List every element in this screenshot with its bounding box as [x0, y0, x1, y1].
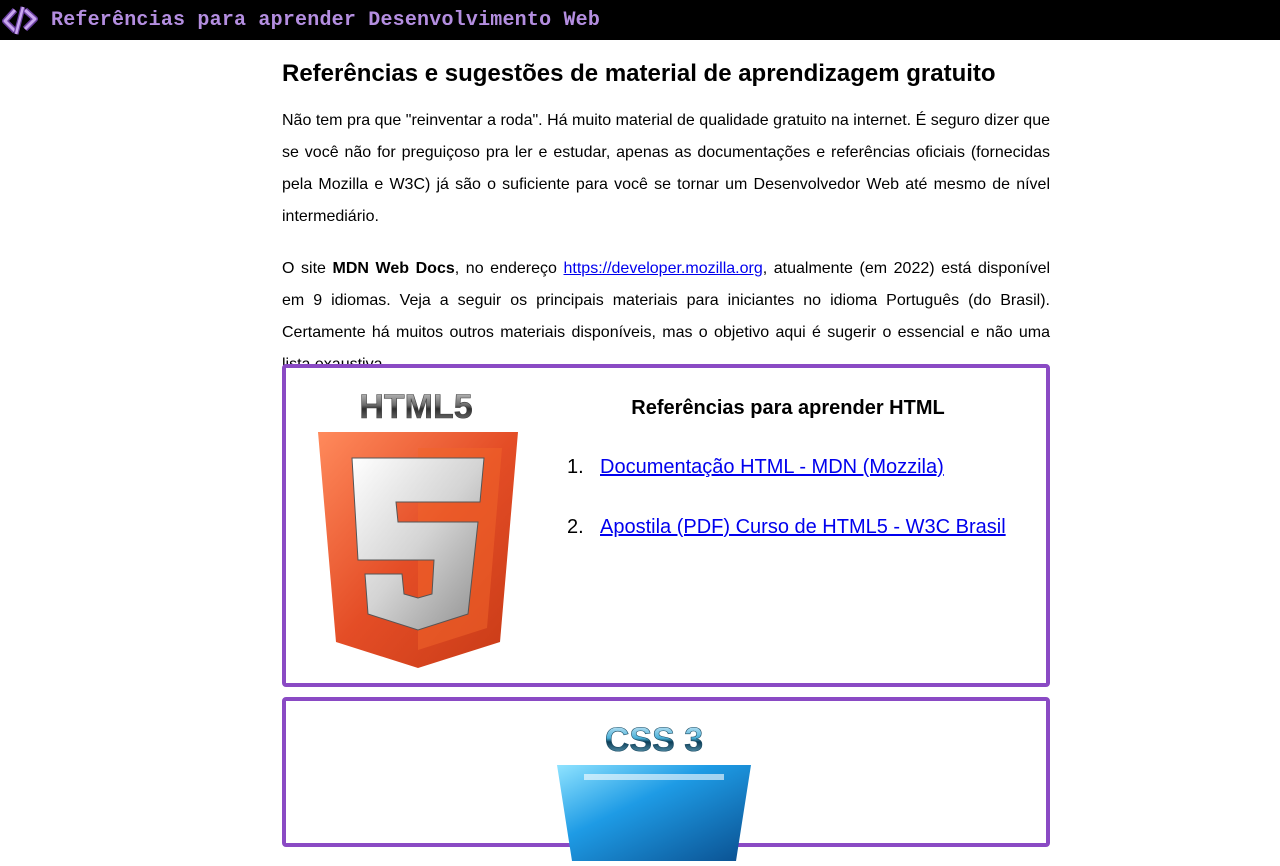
list-number: 2. — [567, 516, 584, 538]
mdn-text-start: O site — [282, 260, 333, 277]
html-card-body: Referências para aprender HTML 1. Docume… — [556, 394, 1016, 573]
html5-logo-text: HTML5 — [359, 392, 472, 426]
css3-logo: CSS 3 — [554, 721, 754, 861]
mdn-paragraph: O site MDN Web Docs, no endereço https:/… — [282, 253, 1050, 381]
html-links-list: 1. Documentação HTML - MDN (Mozzila) 2. … — [556, 453, 1016, 541]
site-title: Referências para aprender Desenvolviment… — [51, 8, 601, 32]
html-card: HTML5 5 Referências para aprender HTML 1… — [282, 364, 1050, 687]
page-heading: Referências e sugestões de material de a… — [282, 60, 996, 87]
html-doc-link[interactable]: Documentação HTML - MDN (Mozzila) — [600, 453, 944, 481]
mdn-text-mid: , no endereço — [454, 260, 564, 277]
site-header: Referências para aprender Desenvolviment… — [0, 0, 1280, 40]
css-card: CSS 3 — [282, 697, 1050, 861]
list-item: 2. Apostila (PDF) Curso de HTML5 - W3C B… — [556, 513, 1016, 541]
html5-logo: HTML5 5 — [316, 388, 520, 670]
code-brackets-icon[interactable] — [0, 0, 40, 40]
html5-pdf-link[interactable]: Apostila (PDF) Curso de HTML5 - W3C Bras… — [600, 513, 1006, 541]
css3-logo-text: CSS 3 — [605, 721, 703, 759]
html-card-title: Referências para aprender HTML — [631, 397, 945, 419]
main-content: Referências e sugestões de material de a… — [282, 40, 1050, 381]
list-item: 1. Documentação HTML - MDN (Mozzila) — [556, 453, 1016, 481]
mdn-link[interactable]: https://developer.mozilla.org — [564, 260, 763, 277]
intro-paragraph: Não tem pra que "reinventar a roda". Há … — [282, 112, 1050, 225]
mdn-name: MDN Web Docs — [332, 260, 455, 277]
list-number: 1. — [567, 456, 584, 478]
